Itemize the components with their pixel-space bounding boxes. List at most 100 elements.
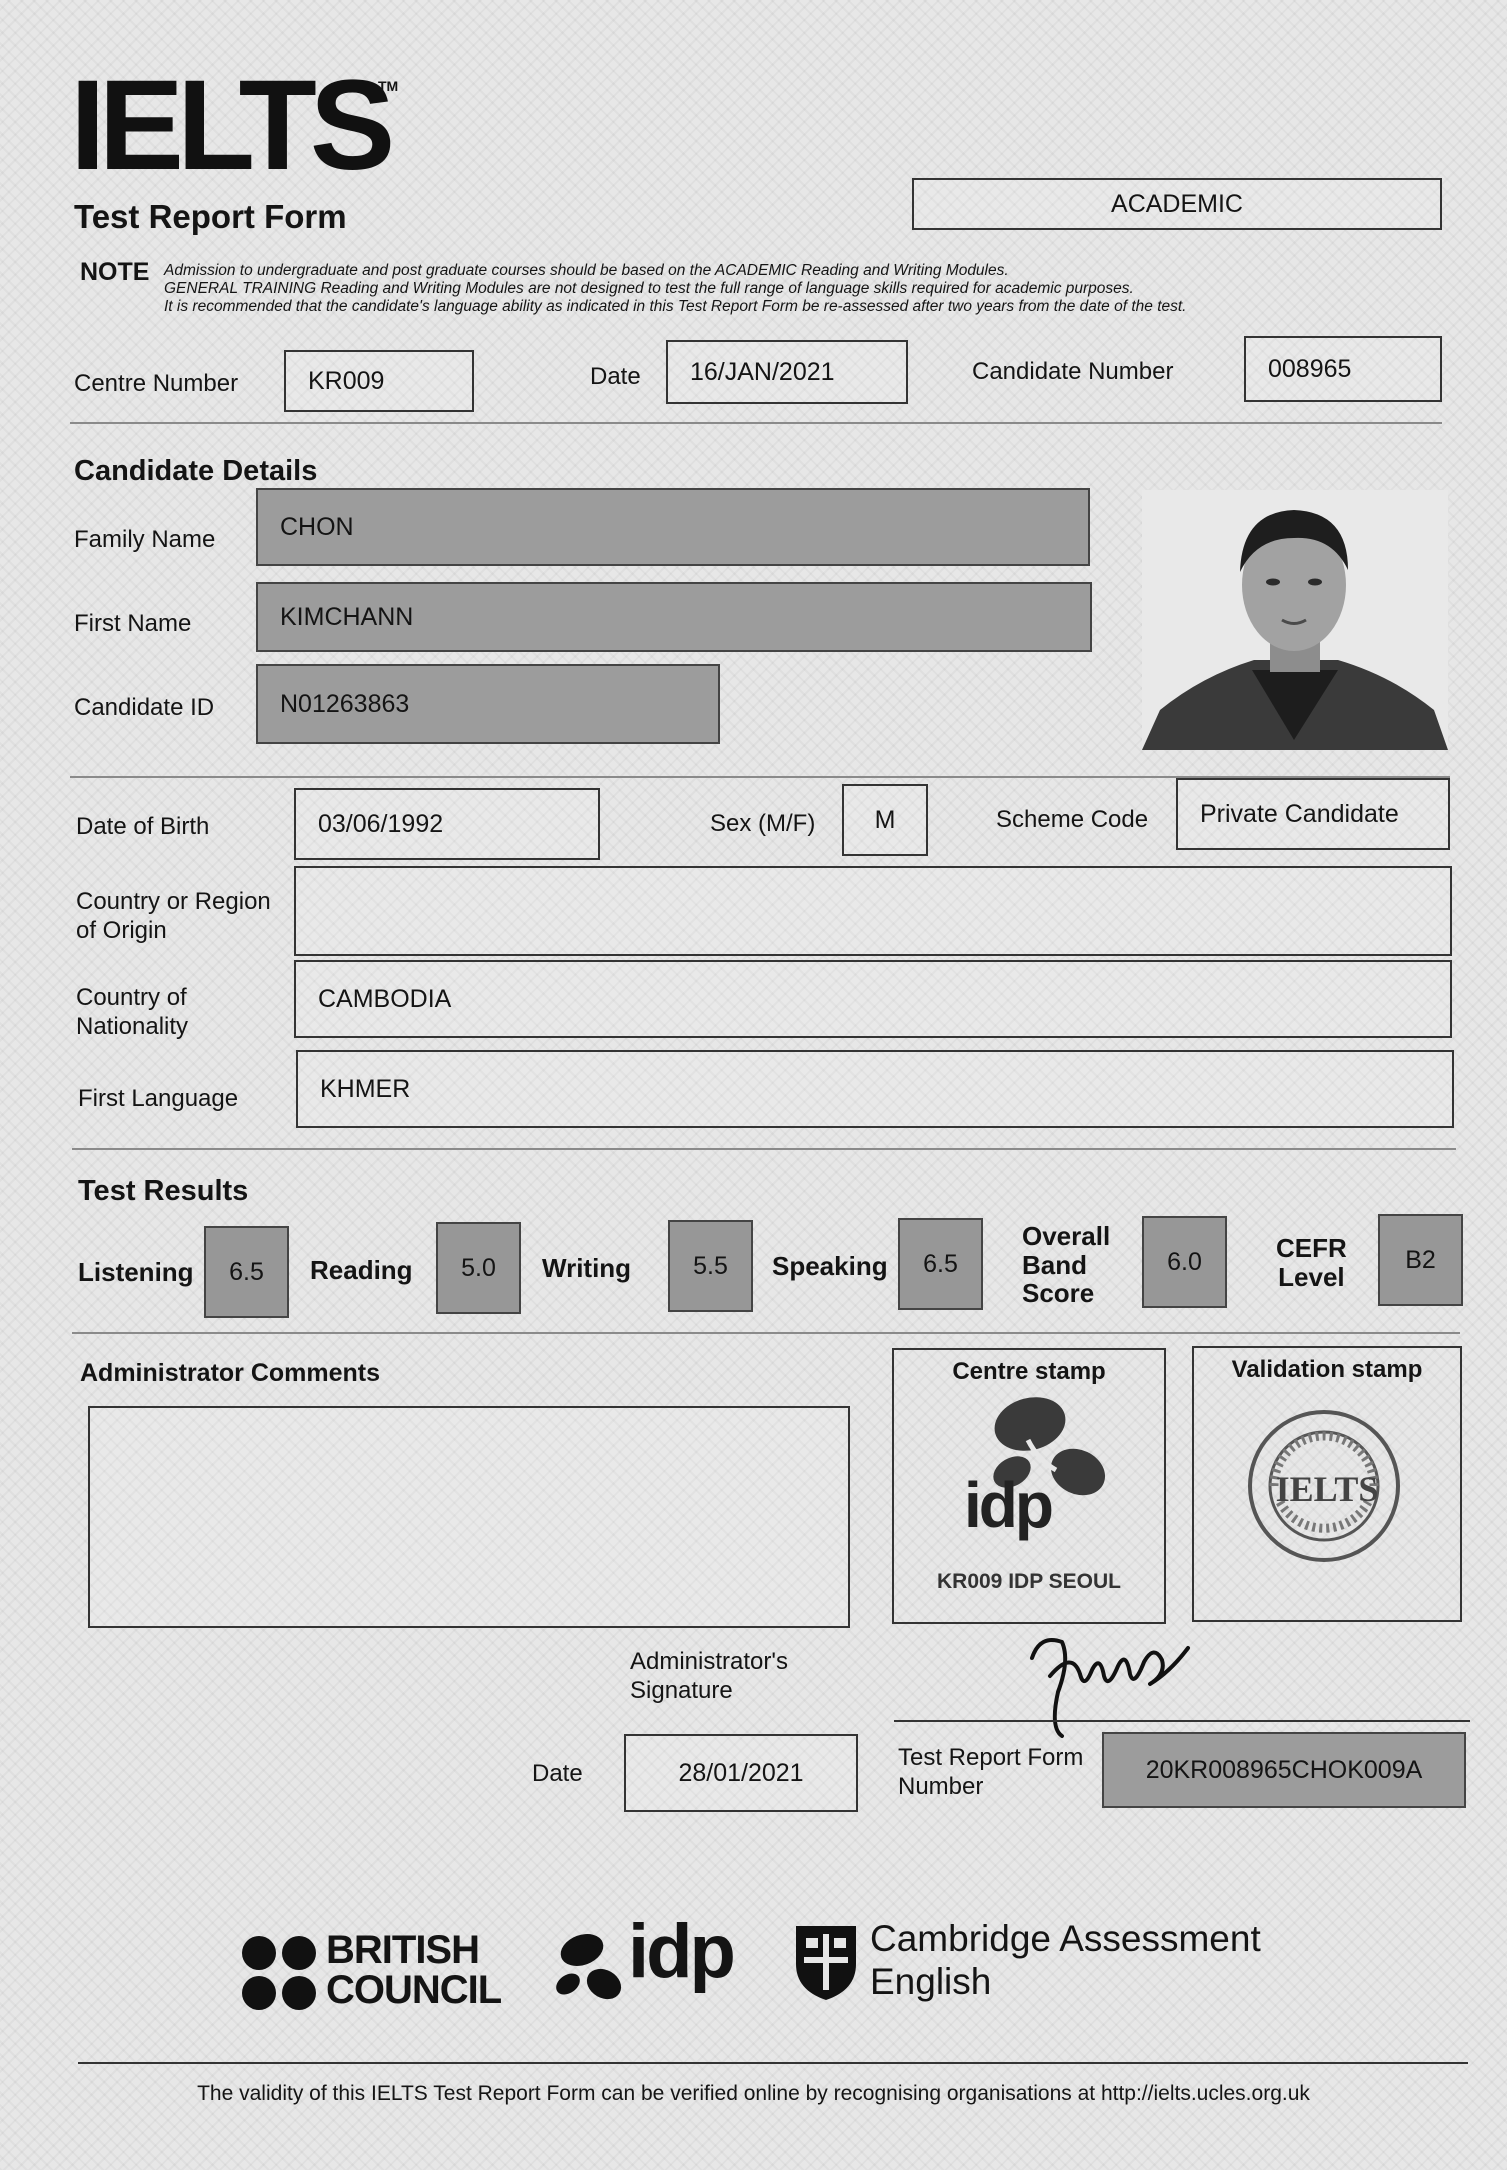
writing-score: 5.5: [668, 1220, 753, 1312]
cefr-level-value: B2: [1405, 1245, 1436, 1274]
trf-number-value: 20KR008965CHOK009A: [1145, 1755, 1423, 1784]
centre-stamp-text: KR009 IDP SEOUL: [936, 1570, 1121, 1593]
overall-band-label: Overall Band Score: [1022, 1222, 1110, 1308]
footer-verification-text: The validity of this IELTS Test Report F…: [197, 2082, 1310, 2105]
speaking-label: Speaking: [772, 1251, 888, 1281]
writing-score-value: 5.5: [693, 1251, 728, 1280]
family-name-label: Family Name: [74, 526, 216, 553]
cambridge-line-2: English: [870, 1960, 992, 2002]
test-report-form-page: IELTS TM Test Report Form ACADEMIC NOTE …: [0, 0, 1507, 2170]
admin-comments-box: [88, 1406, 850, 1628]
first-language-label: First Language: [78, 1085, 239, 1112]
british-council-logo-icon: [240, 1934, 318, 2012]
centre-stamp-idp: idp: [964, 1469, 1054, 1541]
listening-score: 6.5: [204, 1226, 289, 1318]
signature-label-line-2: Signature: [630, 1676, 733, 1704]
idp-logo-icon: [548, 1926, 628, 2006]
family-name-value: CHON: [280, 512, 354, 541]
test-date-label: Date: [590, 363, 641, 390]
cefr-level-score: B2: [1378, 1214, 1463, 1306]
ielts-logo: IELTS: [70, 54, 395, 197]
centre-stamp-frame: Centre stamp idp KR009 IDP SEOUL: [892, 1348, 1166, 1624]
first-name-value: KIMCHANN: [280, 602, 414, 631]
dob-value: 03/06/1992: [318, 809, 444, 838]
speaking-score-value: 6.5: [923, 1249, 958, 1278]
origin-box: [294, 866, 1452, 956]
trademark-mark: TM: [378, 78, 399, 94]
footer-rule: [78, 2062, 1468, 2064]
british-council-wordmark: BRITISH COUNCIL: [326, 1928, 502, 2010]
origin-label-line-1: Country or Region: [76, 888, 271, 915]
centre-stamp-label: Centre stamp: [952, 1358, 1106, 1385]
family-name-box: CHON: [256, 488, 1090, 566]
overall-label-line-3: Score: [1022, 1278, 1095, 1309]
listening-score-value: 6.5: [229, 1257, 264, 1286]
cambridge-line-1: Cambridge Assessment: [870, 1918, 1261, 1959]
candidate-id-box: N01263863: [256, 664, 720, 744]
candidate-number-label: Candidate Number: [972, 358, 1174, 385]
issue-date-value: 28/01/2021: [678, 1758, 804, 1787]
scheme-code-label: Scheme Code: [996, 806, 1149, 833]
note-line-1: Admission to undergraduate and post grad…: [164, 262, 1009, 279]
test-date-value: 16/JAN/2021: [690, 357, 835, 386]
validation-stamp-frame: Validation stamp IELTS: [1192, 1346, 1462, 1622]
sex-value: M: [874, 805, 896, 834]
nationality-box: CAMBODIA: [294, 960, 1452, 1038]
cefr-label-line-2: Level: [1278, 1261, 1345, 1292]
divider: [70, 422, 1442, 424]
british-council-line-1: BRITISH: [326, 1928, 480, 1972]
candidate-details-heading: Candidate Details: [74, 455, 318, 487]
issue-date-label: Date: [532, 1760, 583, 1787]
nationality-label-line-2: Nationality: [76, 1012, 189, 1040]
writing-label: Writing: [542, 1253, 632, 1283]
validation-stamp-label: Validation stamp: [1231, 1356, 1423, 1383]
first-name-box: KIMCHANN: [256, 582, 1092, 652]
centre-number-box: KR009: [284, 350, 474, 412]
issue-date-box: 28/01/2021: [624, 1734, 858, 1812]
sex-box: M: [842, 784, 928, 856]
idp-wordmark: idp: [628, 1909, 736, 1994]
candidate-id-value: N01263863: [280, 689, 410, 718]
first-language-value: KHMER: [320, 1074, 411, 1103]
trf-number-label: Test Report Form Number: [898, 1744, 1083, 1802]
signature-line: [894, 1720, 1470, 1722]
overall-band-score-value: 6.0: [1167, 1247, 1202, 1276]
first-name-label: First Name: [74, 610, 192, 637]
trf-label-line-2: Number: [898, 1772, 984, 1800]
candidate-number-value: 008965: [1268, 354, 1352, 383]
test-date-box: 16/JAN/2021: [666, 340, 908, 404]
centre-number-label: Centre Number: [74, 370, 239, 397]
reading-score: 5.0: [436, 1222, 521, 1314]
form-title: Test Report Form: [74, 198, 347, 235]
test-results-heading: Test Results: [78, 1175, 249, 1207]
admin-comments-label: Administrator Comments: [80, 1359, 381, 1387]
dob-box: 03/06/1992: [294, 788, 600, 860]
module-value: ACADEMIC: [1111, 189, 1243, 218]
overall-band-score: 6.0: [1142, 1216, 1227, 1308]
divider: [72, 1148, 1456, 1150]
trf-number-box: 20KR008965CHOK009A: [1102, 1732, 1466, 1808]
module-box: ACADEMIC: [912, 178, 1442, 230]
listening-label: Listening: [78, 1257, 194, 1287]
dob-label: Date of Birth: [76, 813, 210, 840]
admin-signature-label: Administrator's Signature: [630, 1648, 788, 1706]
nationality-label: Country of Nationality: [76, 984, 188, 1042]
nationality-value: CAMBODIA: [318, 984, 452, 1013]
first-language-box: KHMER: [296, 1050, 1454, 1128]
sex-label: Sex (M/F): [710, 810, 816, 837]
cambridge-shield-icon: [794, 1924, 858, 2002]
reading-label: Reading: [310, 1255, 413, 1285]
signature-label-line-1: Administrator's: [630, 1648, 788, 1675]
cefr-label-line-1: CEFR: [1276, 1233, 1347, 1263]
scheme-code-box: Private Candidate: [1176, 778, 1450, 850]
origin-label: Country or Region of Origin: [76, 888, 271, 946]
overall-label-line-2: Band: [1022, 1249, 1087, 1280]
centre-number-value: KR009: [308, 366, 385, 395]
origin-label-line-2: of Origin: [76, 916, 167, 944]
scheme-code-value: Private Candidate: [1200, 799, 1399, 828]
note-line-2: GENERAL TRAINING Reading and Writing Mod…: [164, 280, 1134, 297]
candidate-id-label: Candidate ID: [74, 694, 215, 721]
cambridge-wordmark: Cambridge Assessment English: [870, 1918, 1261, 2003]
candidate-number-box: 008965: [1244, 336, 1442, 402]
trf-label-line-1: Test Report Form: [898, 1744, 1084, 1771]
